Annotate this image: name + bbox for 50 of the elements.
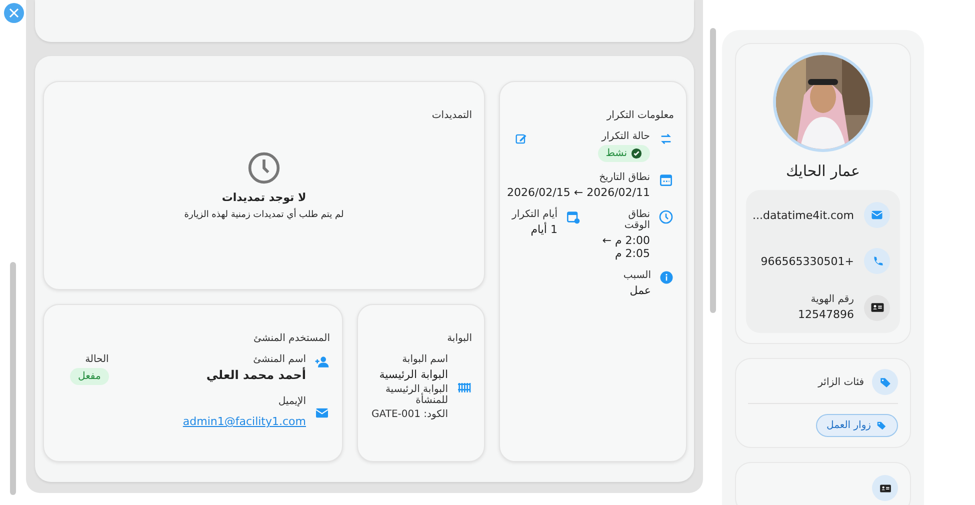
clock-icon: [247, 150, 281, 184]
field-label: الحالة: [84, 354, 109, 365]
section-title: المستخدم المنشئ: [252, 333, 330, 344]
empty-title: لا توجد تمديدات: [222, 190, 306, 204]
field-label: نطاق الوقت: [623, 209, 650, 231]
email-link[interactable]: admin1@facility1.com: [182, 415, 306, 428]
info-icon: [659, 270, 674, 285]
time-range: 2:00 م ← 2:05 م: [601, 234, 650, 260]
mail-icon: [870, 208, 884, 222]
edit-icon: [514, 132, 528, 146]
field-label: رقم الهوية: [810, 294, 854, 305]
scrollbar[interactable]: [10, 262, 16, 495]
field-value: عمل: [628, 284, 651, 297]
tag-icon: [878, 376, 892, 388]
email-text: ...datatime4it.com: [752, 208, 854, 222]
gate-description: البوابة الرئيسية للمنشأة: [384, 384, 448, 406]
gate-name: البوابة الرئيسية: [378, 368, 448, 381]
card-icon: [878, 482, 892, 494]
calendar-icon: [565, 209, 582, 225]
field-value: 1 أيام: [530, 223, 558, 236]
category-tag[interactable]: زوار العمل: [816, 414, 898, 437]
scrollbar[interactable]: [710, 28, 716, 313]
calendar-icon: [658, 172, 674, 188]
field-label: السبب: [622, 270, 651, 281]
section-title: معلومات التكرار: [606, 110, 674, 121]
close-icon: [9, 8, 19, 18]
date-range: 2026/02/11 ← 2026/02/15: [506, 186, 650, 199]
close-button[interactable]: [4, 3, 24, 23]
check-icon: [631, 148, 642, 159]
field-label: الإيميل: [277, 396, 306, 407]
id-number: 12547896: [797, 308, 854, 321]
field-label: اسم المنشئ: [252, 354, 306, 365]
status-badge: مفعل: [70, 368, 109, 385]
add-person-icon: [314, 354, 330, 370]
gate-code: الكود: GATE-001: [370, 409, 448, 420]
id-card-icon: [870, 300, 884, 315]
clock-icon: [658, 209, 674, 225]
field-label: نطاق التاريخ: [598, 172, 650, 183]
section-title: البوابة: [446, 333, 472, 344]
section-title: فئات الزائر: [818, 376, 864, 388]
section-title: التمديدات: [430, 110, 472, 121]
field-label: اسم البوابة: [401, 354, 448, 365]
empty-message: لم يتم طلب أي تمديدات زمنية لهذه الزيارة: [184, 210, 344, 220]
phone-text: 966565330501+: [760, 254, 854, 268]
field-label: حالة التكرار: [600, 131, 650, 142]
status-badge: نشط: [598, 145, 650, 162]
visitor-name: عمار الحايك: [786, 162, 860, 180]
creator-name: أحمد محمد العلي: [205, 368, 306, 382]
tag-icon: [876, 420, 887, 431]
field-label: أيام التكرار: [512, 209, 558, 220]
